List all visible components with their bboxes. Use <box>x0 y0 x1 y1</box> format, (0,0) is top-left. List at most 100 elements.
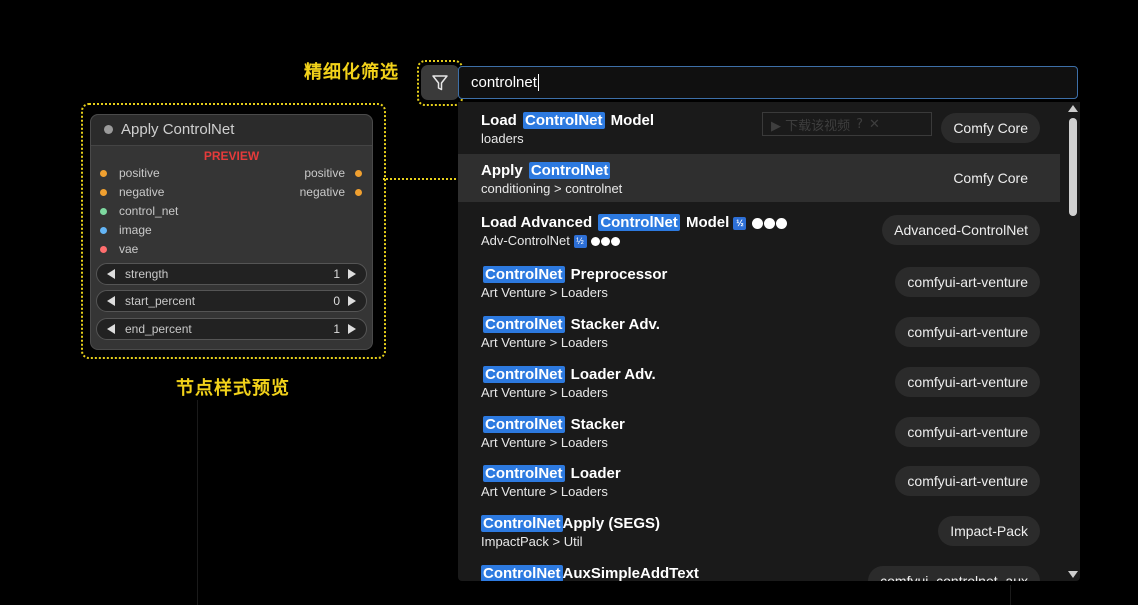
result-category: Art Venture > Loaders <box>481 385 608 400</box>
increment-icon[interactable] <box>348 296 356 306</box>
widget-strength[interactable]: strength 1 <box>96 263 367 285</box>
result-title: ControlNet Preprocessor <box>481 266 667 283</box>
decrement-icon[interactable] <box>107 324 115 334</box>
result-row[interactable]: Load Advanced ControlNet Model ½ Adv-Con… <box>458 206 1060 254</box>
pack-dot-icon <box>751 217 763 229</box>
input-slot-control_net[interactable]: control_net <box>100 204 178 218</box>
watermark-close: ✕ <box>869 116 880 132</box>
node-pack-badge: Impact-Pack <box>938 516 1040 546</box>
result-category-text: conditioning > controlnet <box>481 181 623 196</box>
result-category: Art Venture > Loaders <box>481 435 608 450</box>
result-category: ImpactPack > Util <box>481 534 583 549</box>
result-title-suffix: Stacker <box>566 416 625 433</box>
widget-start-percent[interactable]: start_percent 0 <box>96 290 367 312</box>
slot-dot-icon <box>100 246 107 254</box>
result-title: Apply ControlNet <box>481 162 612 179</box>
input-slot-positive[interactable]: positive <box>100 166 160 180</box>
search-input-value: controlnet <box>471 74 537 91</box>
result-row[interactable]: ControlNet Stacker Art Venture > Loaders c… <box>458 408 1060 456</box>
output-slot-negative[interactable]: negative <box>300 185 362 199</box>
search-match-highlight: ControlNet <box>523 112 605 129</box>
output-slot-positive[interactable]: positive <box>304 166 362 180</box>
result-title-suffix: Loader Adv. <box>566 366 656 383</box>
search-input[interactable]: controlnet <box>458 66 1078 99</box>
preview-annotation-label: 节点样式预览 <box>176 378 290 399</box>
result-title-suffix: Loader <box>566 465 621 482</box>
search-match-highlight: ControlNet <box>483 316 565 333</box>
widget-label: end_percent <box>125 322 192 336</box>
pack-emoji-icon: ½ <box>573 235 587 249</box>
scroll-down-icon[interactable] <box>1068 571 1078 578</box>
node-header[interactable]: Apply ControlNet <box>91 115 372 146</box>
canvas-grid-line <box>197 400 198 605</box>
result-row[interactable]: ControlNet Loader Art Venture > Loaders co… <box>458 457 1060 505</box>
input-slot-negative[interactable]: negative <box>100 185 164 199</box>
result-title-prefix: Apply <box>481 162 527 179</box>
preview-tag: PREVIEW <box>203 149 260 163</box>
search-match-highlight: ControlNet <box>481 565 563 581</box>
node-pack-badge: comfyui-art-venture <box>895 417 1040 447</box>
result-title: ControlNet Stacker <box>481 416 625 433</box>
results-scrollbar[interactable] <box>1066 102 1080 581</box>
node-pack-badge: Comfy Core <box>953 170 1028 186</box>
result-title: ControlNet Stacker Adv. <box>481 316 660 333</box>
pack-dot-icon <box>591 237 601 247</box>
result-category: Art Venture > Loaders <box>481 484 608 499</box>
increment-icon[interactable] <box>348 324 356 334</box>
node-pack-badge: comfyui-art-venture <box>895 367 1040 397</box>
watermark-text: ▶ 下载该视频 <box>771 118 851 134</box>
widget-value: 1 <box>333 267 340 281</box>
result-row[interactable]: ControlNet Stacker Adv. Art Venture > Loa… <box>458 308 1060 356</box>
slot-dot-icon <box>100 227 107 235</box>
slot-label: positive <box>304 166 345 180</box>
input-slot-vae[interactable]: vae <box>100 242 138 256</box>
result-title: ControlNet Apply (SEGS) <box>481 515 660 532</box>
result-row[interactable]: ControlNet AuxSimpleAddText comfyui_contro… <box>458 557 1060 581</box>
slot-dot-icon <box>100 208 107 216</box>
result-category-text: Art Venture > Loaders <box>481 385 608 400</box>
filter-icon <box>432 74 448 90</box>
result-category: Art Venture > Loaders <box>481 335 608 350</box>
result-row[interactable]: ControlNet Apply (SEGS) ImpactPack > Util I… <box>458 507 1060 555</box>
result-title-prefix: Load Advanced <box>481 214 597 231</box>
widget-value: 0 <box>333 294 340 308</box>
decrement-icon[interactable] <box>107 269 115 279</box>
result-category: Art Venture > Loaders <box>481 285 608 300</box>
search-match-highlight: ControlNet <box>528 162 611 179</box>
result-row[interactable]: ControlNet Loader Adv. Art Venture > Load… <box>458 358 1060 406</box>
result-title: Load ControlNet Model <box>481 112 654 129</box>
result-row[interactable]: ControlNet Preprocessor Art Venture > Loa… <box>458 258 1060 306</box>
slot-dot-icon <box>100 170 107 178</box>
result-category-text: loaders <box>481 131 524 146</box>
result-row[interactable]: Apply ControlNet conditioning > controlne… <box>458 154 1060 202</box>
widget-end-percent[interactable]: end_percent 1 <box>96 318 367 340</box>
widget-value: 1 <box>333 322 340 336</box>
result-category-text: Adv-ControlNet <box>481 233 570 248</box>
result-category: loaders <box>481 131 524 146</box>
canvas-grid-line <box>1010 585 1011 605</box>
search-match-highlight: ControlNet <box>483 416 565 433</box>
decrement-icon[interactable] <box>107 296 115 306</box>
widget-label: start_percent <box>125 294 196 308</box>
slot-label: control_net <box>119 204 179 218</box>
filter-button[interactable] <box>421 65 459 100</box>
node-collapse-dot[interactable] <box>104 125 113 134</box>
result-category-text: Art Venture > Loaders <box>481 335 608 350</box>
result-category-text: ImpactPack > Util <box>481 534 583 549</box>
node-title: Apply ControlNet <box>121 121 235 138</box>
result-row[interactable]: Load ControlNet Model loaders Comfy Core <box>458 104 1060 152</box>
result-category: Adv-ControlNet ½ <box>481 233 621 249</box>
search-results-list: Load ControlNet Model loaders Comfy Core Ap… <box>458 102 1080 581</box>
scroll-up-icon[interactable] <box>1068 105 1078 112</box>
scroll-thumb[interactable] <box>1069 118 1077 216</box>
increment-icon[interactable] <box>348 269 356 279</box>
node-pack-badge: comfyui-art-venture <box>895 317 1040 347</box>
pack-emoji-icon: ½ <box>733 216 747 230</box>
input-slot-image[interactable]: image <box>100 223 152 237</box>
result-title-prefix: Load <box>481 112 521 129</box>
node-preview-card[interactable]: Apply ControlNet PREVIEW positive negativ… <box>90 114 373 350</box>
result-title-suffix: AuxSimpleAddText <box>562 565 699 581</box>
result-title-suffix: Model <box>681 214 730 231</box>
search-match-highlight: ControlNet <box>483 266 565 283</box>
widget-label: strength <box>125 267 169 281</box>
